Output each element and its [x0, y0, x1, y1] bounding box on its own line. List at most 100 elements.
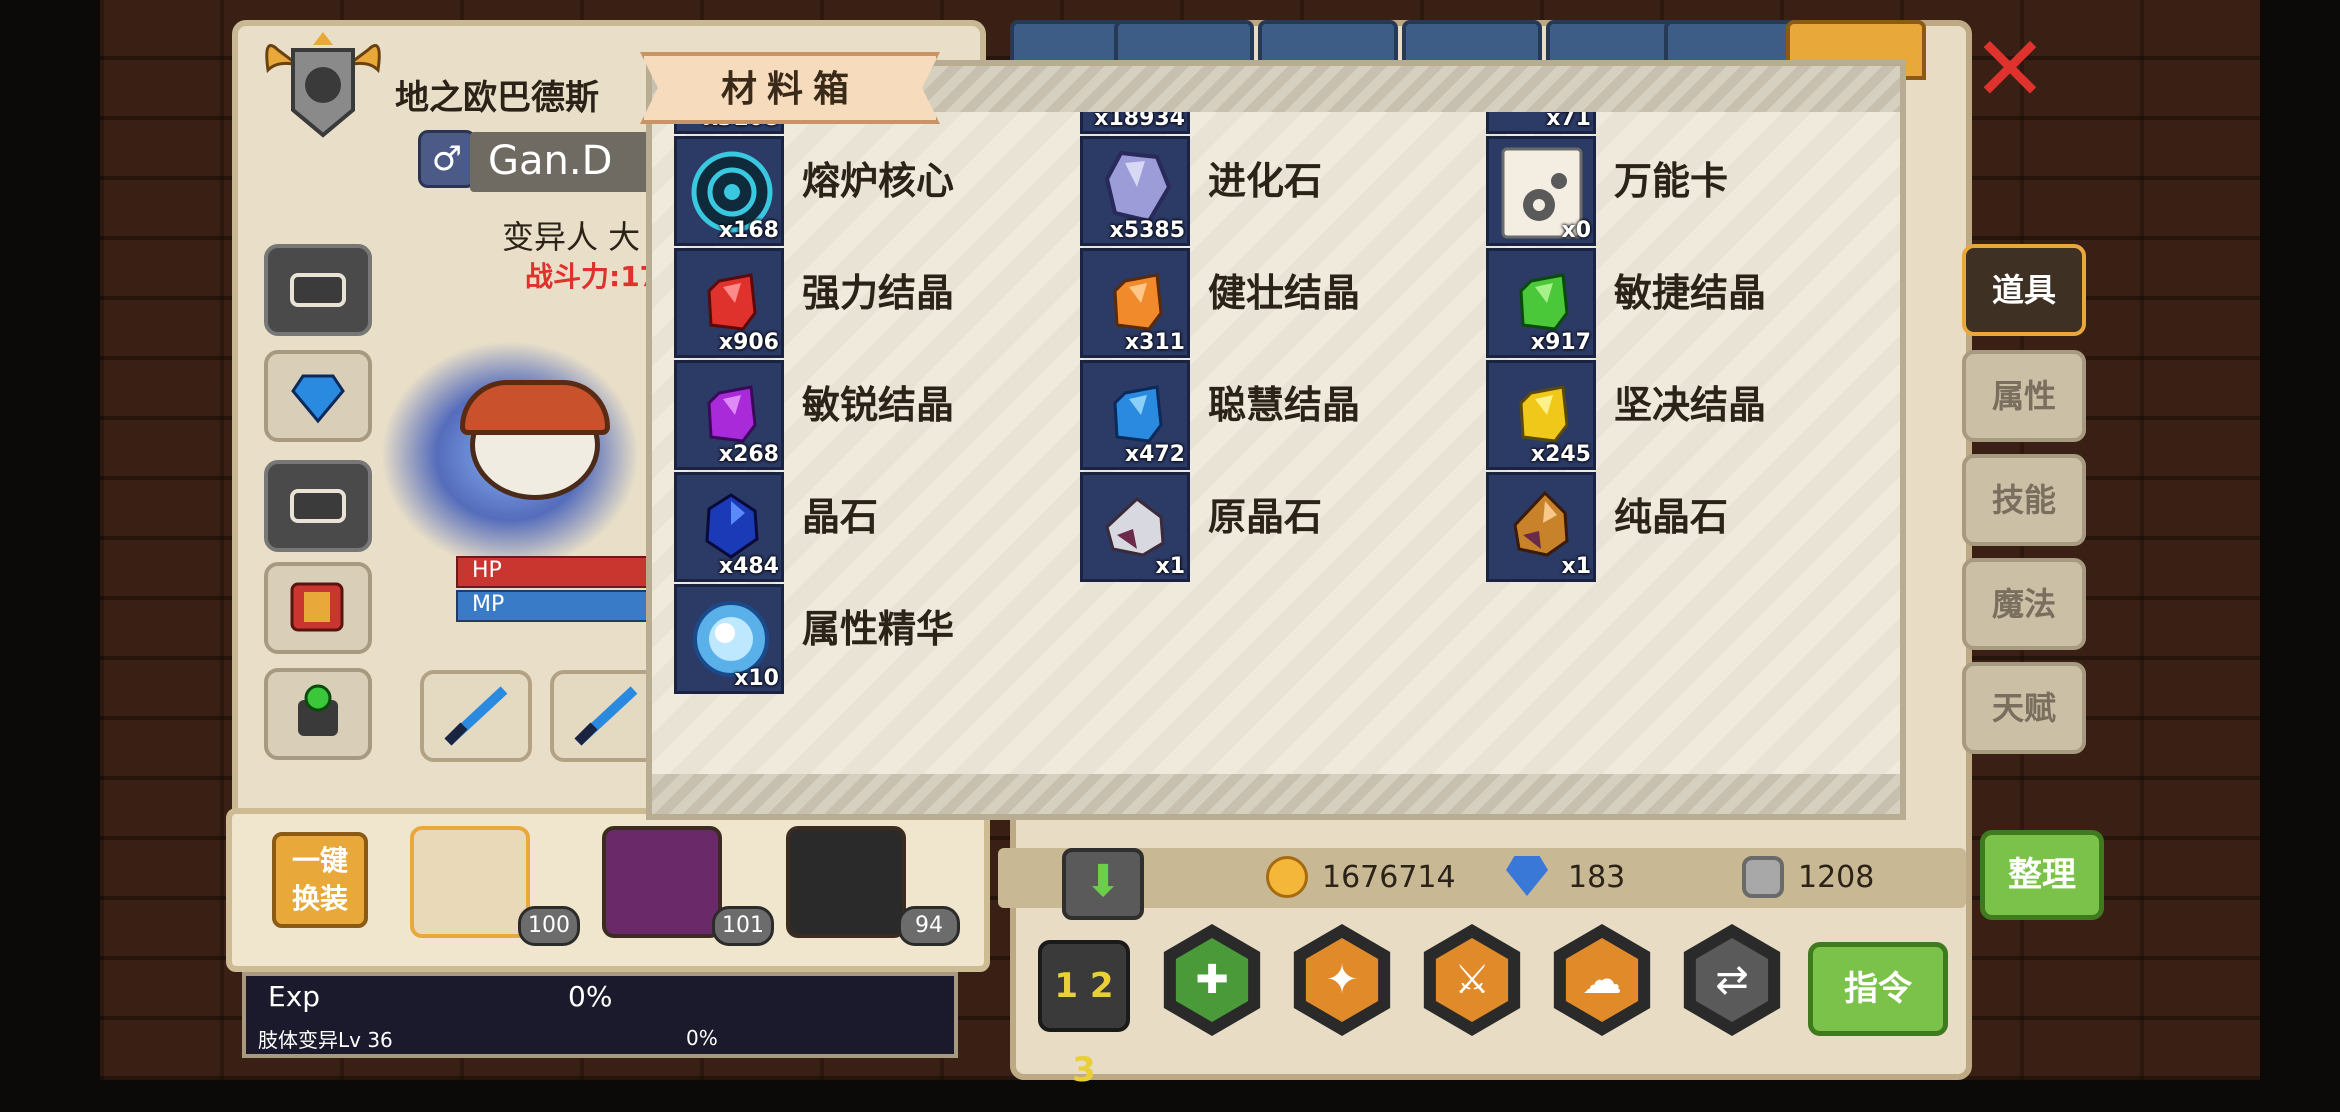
side-tab-skills[interactable]: 技能 — [1962, 454, 2086, 546]
item-name: 聪慧结晶 — [1208, 383, 1361, 427]
material-item[interactable]: x0 — [1486, 136, 1596, 246]
item-count: x1 — [1561, 554, 1592, 579]
item-name: 敏捷结晶 — [1614, 271, 1767, 315]
item-count: x268 — [718, 442, 779, 467]
sword-icon — [444, 686, 508, 746]
green-crystal-icon — [1519, 273, 1569, 331]
material-item[interactable]: x472 — [1080, 360, 1190, 470]
material-item[interactable]: x1 — [1080, 472, 1190, 582]
material-item[interactable]: x484 — [674, 472, 784, 582]
party-member-2[interactable] — [602, 826, 722, 938]
guild-emblem-icon — [265, 32, 381, 138]
character-hat — [460, 380, 610, 435]
pure-crystal-icon — [1513, 491, 1569, 557]
item-name: 健壮结晶 — [1208, 271, 1361, 315]
side-tab-items[interactable]: 道具 — [1962, 244, 2086, 336]
material-item[interactable]: x1 — [1486, 472, 1596, 582]
item-name: 万能卡 — [1614, 159, 1729, 203]
item-name: 晶石 — [802, 495, 879, 539]
party-member-level: 100 — [518, 906, 580, 946]
party-member-level: 101 — [712, 906, 774, 946]
modal-title: 材料箱 — [720, 69, 859, 110]
party-member-3[interactable] — [786, 826, 906, 938]
item-count: x71 — [1546, 112, 1591, 131]
material-item[interactable]: x168 — [674, 136, 784, 246]
item-count: x5385 — [1109, 218, 1185, 243]
material-item-partial[interactable]: x18934 — [1080, 112, 1190, 134]
item-count: x1 — [1155, 554, 1186, 579]
blue-gem-icon — [291, 374, 345, 424]
item-count: x906 — [718, 330, 779, 355]
heal-icon: ✚ — [1175, 938, 1249, 1022]
item-count: x18934 — [1094, 112, 1185, 131]
material-item[interactable]: x311 — [1080, 248, 1190, 358]
item-count: x0 — [1561, 218, 1592, 243]
item-count: x10 — [734, 666, 779, 691]
download-icon[interactable]: ⬇ — [1062, 848, 1144, 920]
item-name: 属性精华 — [802, 607, 955, 651]
material-item[interactable]: x245 — [1486, 360, 1596, 470]
material-item[interactable]: x917 — [1486, 248, 1596, 358]
item-name: 坚决结晶 — [1614, 383, 1767, 427]
quick-equip-button[interactable]: 一键 换装 — [272, 832, 368, 928]
equip-slot-accessory[interactable] — [264, 668, 372, 760]
modal-border-bottom — [652, 774, 1900, 814]
item-count: x245 — [1530, 442, 1591, 467]
mp-bar: MP — [456, 590, 652, 622]
side-tab-magic[interactable]: 魔法 — [1962, 558, 2086, 650]
shuriken-icon: ✦ — [1305, 938, 1379, 1022]
equip-slot-locked-1[interactable] — [264, 244, 372, 336]
blue-crystal-icon — [1113, 385, 1163, 443]
party-member-level: 94 — [898, 906, 960, 946]
material-item[interactable]: x268 — [674, 360, 784, 470]
mutation-percent: 0% — [686, 1026, 718, 1050]
material-list[interactable]: x3108 x18934 x71 x168 熔炉核心 x5385 进化石 x0 … — [652, 112, 1900, 774]
item-count: x472 — [1124, 442, 1185, 467]
combat-power: 战斗力:17 — [525, 260, 660, 293]
side-tab-attributes[interactable]: 属性 — [1962, 350, 2086, 442]
item-name: 纯晶石 — [1614, 495, 1729, 539]
orange-crystal-icon — [1113, 273, 1163, 331]
equip-slot-armor[interactable] — [264, 562, 372, 654]
equip-slot-locked-2[interactable] — [264, 460, 372, 552]
character-name: Gan.D — [488, 138, 613, 184]
item-name: 敏锐结晶 — [802, 383, 955, 427]
character-title: 地之欧巴德斯 — [395, 78, 599, 118]
equip-slot-gem[interactable] — [264, 350, 372, 442]
command-button[interactable]: 指令 — [1808, 942, 1948, 1036]
close-icon[interactable]: ✕ — [1970, 25, 2050, 115]
item-count: x484 — [718, 554, 779, 579]
gold-coin-icon — [1266, 856, 1308, 898]
speed-button[interactable]: 1 2 3 — [1038, 940, 1130, 1090]
male-gender-icon: ♂ — [418, 130, 476, 188]
evolution-stone-icon — [1104, 150, 1172, 224]
side-tab-talents[interactable]: 天赋 — [1962, 662, 2086, 754]
material-item[interactable]: x10 — [674, 584, 784, 694]
lock-icon — [290, 489, 346, 523]
smoke-icon: ☁ — [1565, 938, 1639, 1022]
purple-crystal-icon — [707, 385, 757, 443]
sword-icon — [574, 686, 638, 746]
sort-button[interactable]: 整理 — [1980, 830, 2104, 920]
hp-label: HP — [472, 558, 502, 583]
item-count: x917 — [1530, 330, 1591, 355]
material-item[interactable]: x906 — [674, 248, 784, 358]
exp-percent: 0% — [568, 980, 613, 1013]
material-item-partial[interactable]: x71 — [1486, 112, 1596, 134]
party-member-1[interactable] — [410, 826, 530, 938]
token-amount: 1208 — [1798, 860, 1875, 895]
material-item[interactable]: x5385 — [1080, 136, 1190, 246]
red-crystal-icon — [707, 273, 757, 331]
gold-amount: 1676714 — [1322, 860, 1456, 895]
slash-icon: ⚔ — [1435, 938, 1509, 1022]
item-count: x311 — [1124, 330, 1185, 355]
hp-bar: HP — [456, 556, 652, 588]
weapon-slot-1[interactable] — [420, 670, 532, 762]
item-name: 熔炉核心 — [802, 159, 955, 203]
mutation-label: 肢体变异Lv 36 — [258, 1028, 393, 1052]
item-name: 强力结晶 — [802, 271, 955, 315]
lock-icon — [290, 273, 346, 307]
exp-label: Exp — [268, 980, 321, 1013]
green-orb-icon — [298, 684, 338, 736]
yellow-crystal-icon — [1519, 385, 1569, 443]
